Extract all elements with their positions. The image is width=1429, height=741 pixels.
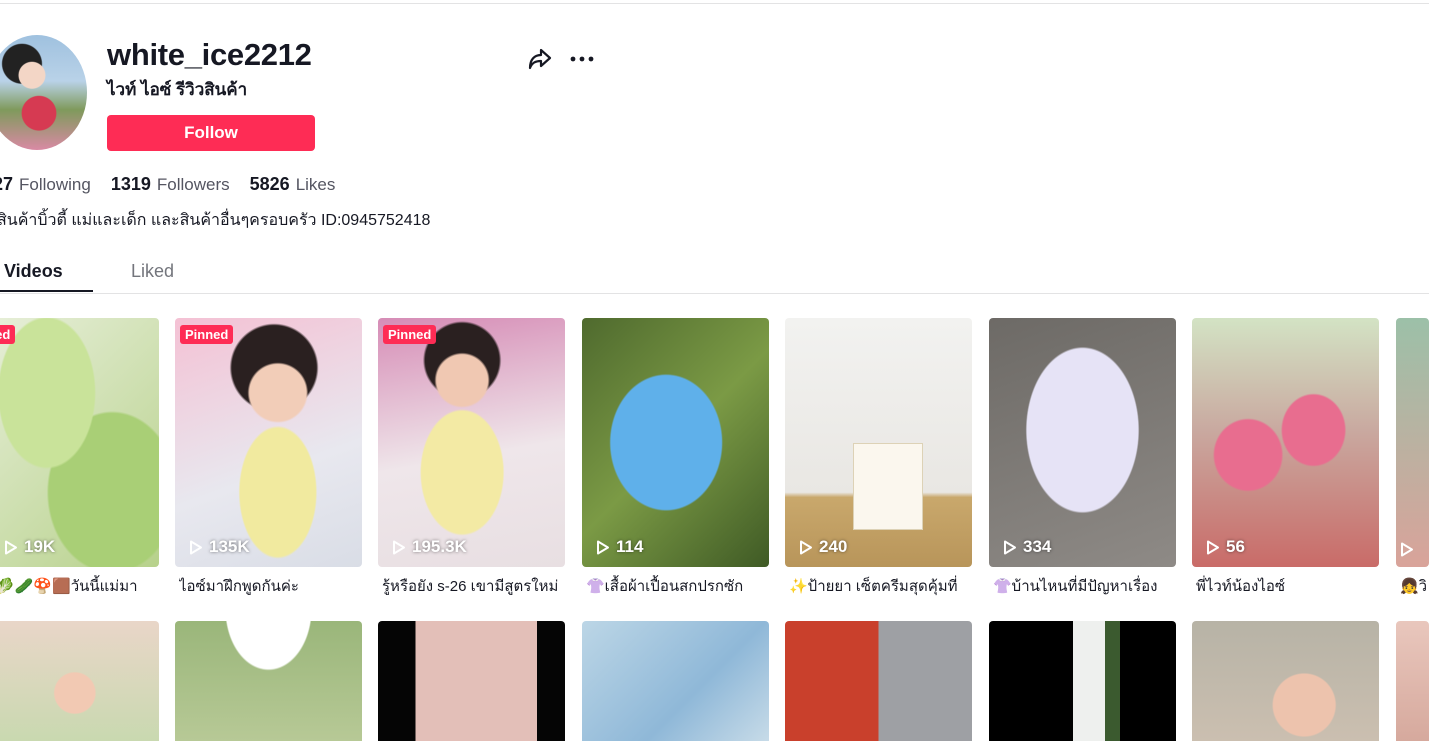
- view-count: [1400, 542, 1420, 557]
- nickname: ไวท์ ไอซ์ รีวิวสินค้า: [107, 80, 248, 99]
- following-count: 27: [0, 174, 14, 194]
- video-card[interactable]: 114: [582, 318, 769, 567]
- video-card[interactable]: [378, 621, 565, 741]
- video-card[interactable]: [785, 621, 972, 741]
- following-label: Following: [19, 175, 91, 194]
- view-count: 195.3K: [392, 537, 467, 557]
- profile-stats: 27 Following 1319 Followers 5826 Likes: [0, 174, 335, 195]
- video-card[interactable]: Pinned 135K: [175, 318, 362, 567]
- video-card[interactable]: 334: [989, 318, 1176, 567]
- likes-count: 5826: [249, 174, 290, 194]
- likes-stat: 5826 Likes: [250, 174, 336, 195]
- video-card[interactable]: [1396, 318, 1429, 567]
- video-caption[interactable]: 👚เสื้อผ้าเปื้อนสกปรกซัก: [586, 574, 773, 598]
- video-caption[interactable]: 👧วิ: [1400, 574, 1429, 598]
- more-options-button[interactable]: [567, 44, 597, 74]
- play-icon: [190, 540, 202, 554]
- follow-button[interactable]: Follow: [107, 115, 315, 151]
- video-card[interactable]: 240: [785, 318, 972, 567]
- following-stat[interactable]: 27 Following: [0, 174, 91, 195]
- video-card[interactable]: [582, 621, 769, 741]
- play-icon: [1004, 540, 1016, 554]
- view-count: 19K: [4, 537, 55, 557]
- pinned-badge: Pinned: [0, 325, 16, 344]
- video-card[interactable]: [0, 621, 159, 741]
- tab-videos[interactable]: Videos: [4, 261, 63, 282]
- video-caption[interactable]: 🥬🥒🍄🟫วันนี้แม่มา: [0, 574, 159, 598]
- likes-label: Likes: [295, 175, 336, 194]
- play-icon: [393, 540, 405, 554]
- share-arrow-icon: [528, 48, 552, 70]
- pinned-badge: Pinned: [383, 325, 437, 344]
- video-card[interactable]: 56: [1192, 318, 1379, 567]
- video-card[interactable]: [1396, 621, 1429, 741]
- view-count: 114: [596, 537, 643, 557]
- view-count: 240: [799, 537, 847, 557]
- video-caption[interactable]: 👚บ้านไหนที่มีปัญหาเรื่อง: [993, 574, 1180, 598]
- tab-liked[interactable]: Liked: [131, 261, 174, 282]
- profile-tabs: Videos Liked: [0, 253, 1429, 294]
- video-caption[interactable]: รู้หรือยัง s-26 เขามีสูตรใหม่: [382, 574, 569, 598]
- video-card[interactable]: [989, 621, 1176, 741]
- followers-stat[interactable]: 1319 Followers: [111, 174, 230, 195]
- followers-count: 1319: [110, 174, 151, 194]
- share-button[interactable]: [525, 44, 555, 74]
- video-caption[interactable]: พี่ไวท์น้องไอซ์: [1196, 574, 1383, 598]
- play-icon: [5, 540, 17, 554]
- followers-label: Followers: [156, 175, 230, 194]
- play-icon: [1401, 542, 1413, 557]
- username: white_ice2212: [107, 37, 312, 72]
- video-card[interactable]: Pinned 195.3K: [378, 318, 565, 567]
- video-card[interactable]: Pinned 19K: [0, 318, 159, 567]
- video-card[interactable]: [175, 621, 362, 741]
- pinned-badge: Pinned: [180, 325, 234, 344]
- video-caption[interactable]: ไอซ์มาฝึกพูดกันค่ะ: [179, 574, 366, 598]
- video-caption[interactable]: ✨ป้ายยา เซ็ตครีมสุดคุ้มที่: [789, 574, 976, 598]
- top-divider: [0, 3, 1429, 4]
- avatar[interactable]: [0, 35, 87, 150]
- video-card[interactable]: [1192, 621, 1379, 741]
- view-count: 56: [1206, 537, 1245, 557]
- play-icon: [597, 540, 609, 554]
- view-count: 334: [1003, 537, 1051, 557]
- bio: สินค้าบิ้วตี้ แม่และเด็ก และสินค้าอื่นๆค…: [0, 212, 431, 229]
- active-tab-indicator: [0, 290, 93, 292]
- play-icon: [800, 540, 812, 554]
- product-box-image: [853, 443, 923, 530]
- play-icon: [1207, 540, 1219, 554]
- view-count: 135K: [189, 537, 250, 557]
- more-dots-icon: [570, 56, 594, 62]
